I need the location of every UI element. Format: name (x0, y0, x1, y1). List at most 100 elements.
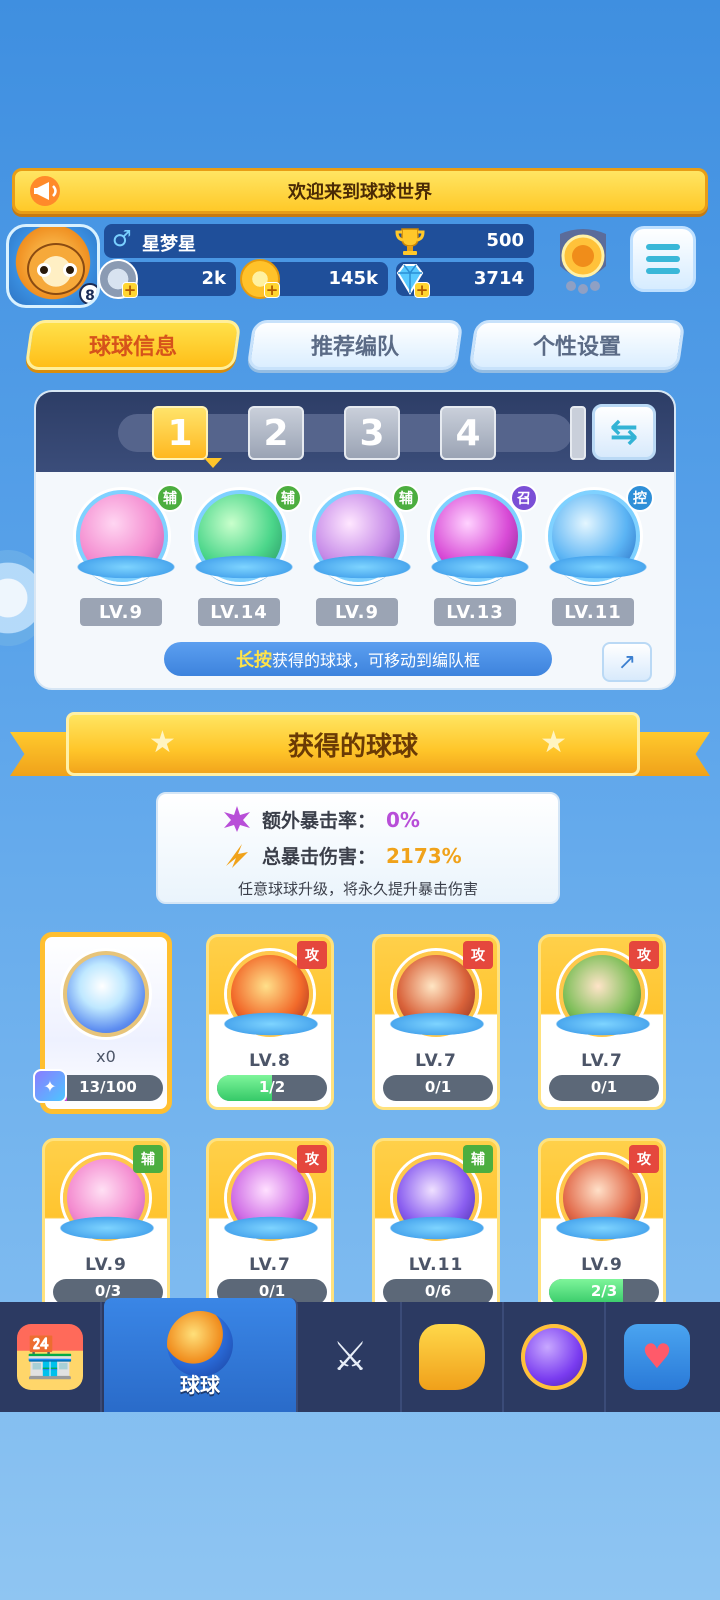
megaphone-icon (30, 176, 60, 206)
swap-lineup-button[interactable]: ⇆ (592, 404, 656, 460)
menu-icon-line (646, 268, 680, 274)
ball-level: LV.7 (581, 1051, 623, 1071)
lineup-ball-2-role-tag: 辅 (274, 484, 302, 512)
ball-level: LV.7 (415, 1051, 457, 1071)
crit-damage-value: 2173% (386, 844, 462, 868)
crit-rate-icon (224, 806, 250, 832)
role-tag: 辅 (133, 1145, 163, 1173)
nav-balls-label: 球球 (180, 1373, 220, 1397)
ball-level: LV.9 (581, 1255, 623, 1275)
crit-rate-label: 额外暴击率： (262, 810, 377, 832)
crit-rate-value: 0% (386, 808, 420, 832)
tab-ball-info[interactable]: 球球信息 (24, 320, 242, 370)
crit-note: 任意球球升级，将永久提升暴击伤害 (237, 880, 478, 898)
player-avatar[interactable]: 8 (6, 224, 100, 308)
ball-card[interactable]: 辅 LV.11 0/6 (372, 1138, 500, 1314)
lineup-slot-3[interactable]: 3 (344, 406, 400, 460)
hint-highlight: 长按 (235, 650, 272, 671)
menu-icon-line (646, 244, 680, 250)
ball-card[interactable]: 攻 LV.9 2/3 (538, 1138, 666, 1314)
ball-wings (217, 1215, 325, 1241)
whistle-icon (419, 1324, 485, 1390)
avatar-eye (37, 263, 51, 277)
ball-wings (383, 1215, 491, 1241)
tiger-face (27, 243, 85, 295)
welcome-banner: 欢迎来到球球世界 (12, 168, 708, 214)
crit-damage-row: 总暴击伤害： 2173% (262, 842, 462, 869)
trophy-icon (395, 228, 425, 255)
section-ribbon: ★ 获得的球球 ★ (66, 712, 640, 776)
role-tag: 攻 (297, 1145, 327, 1173)
lineup-ball-4[interactable] (424, 490, 536, 582)
ball-level: LV.7 (249, 1255, 291, 1275)
lineup-ball-2-level: LV.14 (198, 598, 280, 626)
crit-rate-row: 额外暴击率： 0% (262, 806, 420, 833)
nav-whistle[interactable] (402, 1302, 504, 1412)
active-slot-pointer (204, 458, 222, 468)
crit-stats-card: 额外暴击率： 0% 总暴击伤害： 2173% 任意球球升级，将永久提升暴击伤害 (156, 792, 560, 904)
nav-shop[interactable]: 🏪 (0, 1302, 102, 1412)
lineup-slot-1[interactable]: 1 (152, 406, 208, 460)
ball-card[interactable]: 攻 LV.7 0/1 (372, 934, 500, 1110)
nav-chat[interactable]: ♥ (606, 1302, 708, 1412)
battle-swords-icon: ⚔ (332, 1334, 368, 1380)
energy-bar[interactable]: + 2k (98, 259, 236, 299)
diamond-bar[interactable]: + 3714 (396, 262, 534, 298)
trophy-count: 500 (486, 230, 524, 251)
ball-card[interactable]: 攻 LV.7 0/1 (538, 934, 666, 1110)
ball-card[interactable]: 辅 LV.9 0/3 (42, 1138, 170, 1314)
nav-balls[interactable]: 球球 (104, 1298, 298, 1412)
add-coin-icon[interactable]: + (264, 282, 280, 298)
share-button[interactable]: ↗ (602, 642, 652, 682)
puzzle-piece-icon: ✦ (33, 1069, 67, 1103)
lineup-ball-1[interactable] (70, 490, 182, 582)
lineup-ball-3[interactable] (306, 490, 418, 582)
chat-heart-icon: ♥ (624, 1324, 690, 1390)
universal-ball-icon (63, 951, 149, 1037)
section-title: 获得的球球 (287, 731, 418, 762)
rank-badge-icon[interactable] (550, 226, 616, 296)
ball-wings (306, 554, 418, 580)
avatar-eye (63, 263, 77, 277)
role-tag: 攻 (463, 941, 493, 969)
universal-ball-card[interactable]: x0 13/100 ✦ (33, 932, 172, 1114)
tab-recommended-lineup[interactable]: 推荐编队 (246, 320, 464, 370)
lineup-slot-2[interactable]: 2 (248, 406, 304, 460)
ribbon-tail-right (630, 732, 710, 776)
ball-wings (549, 1011, 657, 1037)
lineup-ball-3-level: LV.9 (316, 598, 398, 626)
lineup-ball-1-role-tag: 辅 (156, 484, 184, 512)
lineup-slot-5-partial[interactable] (570, 406, 586, 460)
coin-value: 145k (328, 268, 378, 289)
menu-button[interactable] (630, 226, 696, 292)
coin-bar[interactable]: + 145k (240, 259, 388, 299)
swap-arrows-icon: ⇆ (609, 412, 639, 452)
lineup-ball-4-level: LV.13 (434, 598, 516, 626)
ball-wings (70, 554, 182, 580)
lineup-ball-5[interactable] (542, 490, 654, 582)
tab-personal-settings[interactable]: 个性设置 (468, 320, 686, 370)
ball-level: LV.9 (85, 1255, 127, 1275)
star-icon: ★ (149, 725, 176, 760)
ball-wings (383, 1011, 491, 1037)
nav-battle[interactable]: ⚔ (300, 1302, 402, 1412)
ball-wings (53, 1215, 161, 1241)
ball-card[interactable]: 攻 LV.7 0/1 (206, 1138, 334, 1314)
ball-card[interactable]: 攻 LV.8 1/2 (206, 934, 334, 1110)
ball-wings (549, 1215, 657, 1241)
role-tag: 攻 (297, 941, 327, 969)
lineup-ball-2[interactable] (188, 490, 300, 582)
lineup-slot-bar: 1 2 3 4 ⇆ (36, 392, 674, 472)
lineup-slot-4[interactable]: 4 (440, 406, 496, 460)
progress-text: 1/2 (258, 1078, 286, 1096)
ball-wings (542, 554, 654, 580)
add-energy-icon[interactable]: + (122, 282, 138, 298)
lineup-ball-1-level: LV.9 (80, 598, 162, 626)
role-tag: 攻 (629, 941, 659, 969)
ball-collection-icon (167, 1311, 233, 1377)
progress-text: 0/1 (424, 1078, 452, 1096)
nav-planet[interactable] (504, 1302, 606, 1412)
add-diamond-icon[interactable]: + (414, 282, 430, 298)
planet-icon (521, 1324, 587, 1390)
player-name-bar: ♂ 星梦星 500 (104, 224, 534, 258)
